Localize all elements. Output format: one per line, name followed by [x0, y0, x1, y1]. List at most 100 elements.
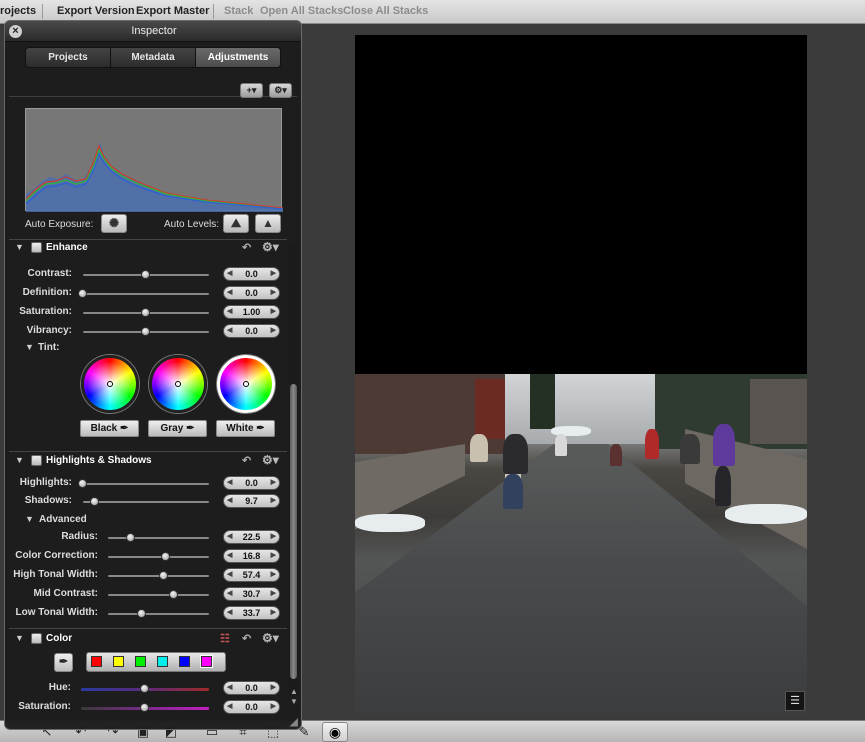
- enhance-checkbox[interactable]: [31, 242, 42, 253]
- reset-icon[interactable]: ↶: [242, 632, 251, 645]
- increment-arrow-icon[interactable]: ▶: [271, 569, 276, 581]
- add-adjustment-button[interactable]: +▾: [240, 83, 263, 98]
- view-eye-icon[interactable]: ◉: [322, 722, 348, 742]
- slider-track[interactable]: [108, 594, 209, 596]
- color-swatch[interactable]: [200, 655, 213, 668]
- value-stepper[interactable]: ◀ 57.4 ▶: [223, 568, 280, 582]
- scroll-up-arrow-icon[interactable]: ▲: [290, 687, 298, 696]
- value-stepper[interactable]: ◀ 0.0 ▶: [223, 286, 280, 300]
- slider-track[interactable]: [83, 293, 209, 295]
- color-swatch[interactable]: [179, 656, 190, 667]
- toolbar-projects[interactable]: rojects: [0, 5, 36, 17]
- decrement-arrow-icon[interactable]: ◀: [227, 495, 232, 507]
- color-swatch[interactable]: [113, 656, 124, 667]
- value-stepper[interactable]: ◀ 9.7 ▶: [223, 494, 280, 508]
- disclosure-triangle-icon[interactable]: ▼: [15, 242, 24, 252]
- toolbar-close-all-stacks[interactable]: Close All Stacks: [343, 5, 428, 17]
- inspector-scroll-thumb[interactable]: [290, 384, 297, 679]
- slider-value[interactable]: 0.0: [245, 702, 258, 712]
- decrement-arrow-icon[interactable]: ◀: [227, 287, 232, 299]
- gear-icon[interactable]: ⚙▾: [262, 453, 279, 467]
- slider-value[interactable]: 9.7: [245, 496, 258, 506]
- color-swatch[interactable]: [157, 656, 168, 667]
- increment-arrow-icon[interactable]: ▶: [271, 306, 276, 318]
- slider-knob[interactable]: [141, 308, 150, 317]
- increment-arrow-icon[interactable]: ▶: [271, 588, 276, 600]
- color-swatch[interactable]: [135, 656, 146, 667]
- slider-track[interactable]: [83, 501, 209, 503]
- slider-knob[interactable]: [140, 684, 149, 693]
- value-stepper[interactable]: ◀ 0.0 ▶: [223, 324, 280, 338]
- slider-track[interactable]: [108, 613, 209, 615]
- tint-black-button[interactable]: Black ✒: [80, 420, 139, 437]
- increment-arrow-icon[interactable]: ▶: [271, 682, 276, 694]
- viewer-options-button[interactable]: ☰: [785, 691, 805, 711]
- slider-track[interactable]: [83, 483, 209, 485]
- decrement-arrow-icon[interactable]: ◀: [227, 682, 232, 694]
- value-stepper[interactable]: ◀ 0.0 ▶: [223, 267, 280, 281]
- slider-knob[interactable]: [141, 270, 150, 279]
- slider-value[interactable]: 33.7: [243, 608, 261, 618]
- value-stepper[interactable]: ◀ 0.0 ▶: [223, 681, 280, 695]
- reset-icon[interactable]: ↶: [242, 241, 251, 254]
- value-stepper[interactable]: ◀ 0.0 ▶: [223, 476, 280, 490]
- decrement-arrow-icon[interactable]: ◀: [227, 325, 232, 337]
- disclosure-triangle-icon[interactable]: ▼: [25, 342, 34, 352]
- image-frame[interactable]: [355, 35, 807, 714]
- disclosure-triangle-icon[interactable]: ▼: [15, 633, 24, 643]
- decrement-arrow-icon[interactable]: ◀: [227, 306, 232, 318]
- resize-handle-icon[interactable]: ◢: [290, 717, 298, 728]
- color-list-icon[interactable]: ☷: [220, 632, 230, 645]
- color-checkbox[interactable]: [31, 633, 42, 644]
- wheel-handle[interactable]: [175, 381, 181, 387]
- toolbar-stack[interactable]: Stack: [224, 5, 253, 17]
- decrement-arrow-icon[interactable]: ◀: [227, 607, 232, 619]
- slider-value[interactable]: 0.0: [245, 269, 258, 279]
- disclosure-triangle-icon[interactable]: ▼: [25, 514, 34, 524]
- slider-value[interactable]: 30.7: [243, 589, 261, 599]
- slider-value[interactable]: 0.0: [245, 288, 258, 298]
- value-stepper[interactable]: ◀ 33.7 ▶: [223, 606, 280, 620]
- slider-knob[interactable]: [140, 703, 149, 712]
- increment-arrow-icon[interactable]: ▶: [271, 287, 276, 299]
- highlights-shadows-checkbox[interactable]: [31, 455, 42, 466]
- gear-icon[interactable]: ⚙▾: [262, 631, 279, 645]
- increment-arrow-icon[interactable]: ▶: [271, 701, 276, 713]
- toolbar-open-all-stacks[interactable]: Open All Stacks: [260, 5, 343, 17]
- tab-metadata[interactable]: Metadata: [111, 48, 196, 67]
- toolbar-export-master[interactable]: Export Master: [136, 5, 209, 17]
- increment-arrow-icon[interactable]: ▶: [271, 477, 276, 489]
- slider-knob[interactable]: [141, 327, 150, 336]
- scroll-down-arrow-icon[interactable]: ▼: [290, 697, 298, 706]
- slider-knob[interactable]: [90, 497, 100, 506]
- color-eyedropper-button[interactable]: ✒: [54, 653, 73, 672]
- slider-knob[interactable]: [137, 609, 147, 618]
- slider-value[interactable]: 0.0: [245, 478, 258, 488]
- disclosure-triangle-icon[interactable]: ▼: [15, 455, 24, 465]
- tab-adjustments[interactable]: Adjustments: [196, 48, 280, 67]
- wheel-handle[interactable]: [243, 381, 249, 387]
- slider-value[interactable]: 57.4: [243, 570, 261, 580]
- slider-knob[interactable]: [78, 479, 87, 488]
- value-stepper[interactable]: ◀ 1.00 ▶: [223, 305, 280, 319]
- slider-knob[interactable]: [168, 590, 178, 599]
- adjustment-gear-button[interactable]: ⚙▾: [269, 83, 292, 98]
- increment-arrow-icon[interactable]: ▶: [271, 607, 276, 619]
- slider-knob[interactable]: [125, 533, 135, 542]
- decrement-arrow-icon[interactable]: ◀: [227, 569, 232, 581]
- tint-gray-wheel[interactable]: [149, 355, 207, 413]
- reset-icon[interactable]: ↶: [242, 454, 251, 467]
- value-stepper[interactable]: ◀ 22.5 ▶: [223, 530, 280, 544]
- slider-value[interactable]: 0.0: [245, 326, 258, 336]
- wheel-handle[interactable]: [107, 381, 113, 387]
- increment-arrow-icon[interactable]: ▶: [271, 325, 276, 337]
- color-swatch[interactable]: [91, 656, 102, 667]
- slider-knob[interactable]: [78, 289, 87, 298]
- gear-icon[interactable]: ⚙▾: [262, 240, 279, 254]
- close-icon[interactable]: ×: [9, 25, 22, 38]
- auto-exposure-button[interactable]: ✺: [101, 214, 127, 233]
- slider-value[interactable]: 1.00: [243, 307, 261, 317]
- tab-projects[interactable]: Projects: [26, 48, 111, 67]
- slider-knob[interactable]: [160, 552, 170, 561]
- decrement-arrow-icon[interactable]: ◀: [227, 550, 232, 562]
